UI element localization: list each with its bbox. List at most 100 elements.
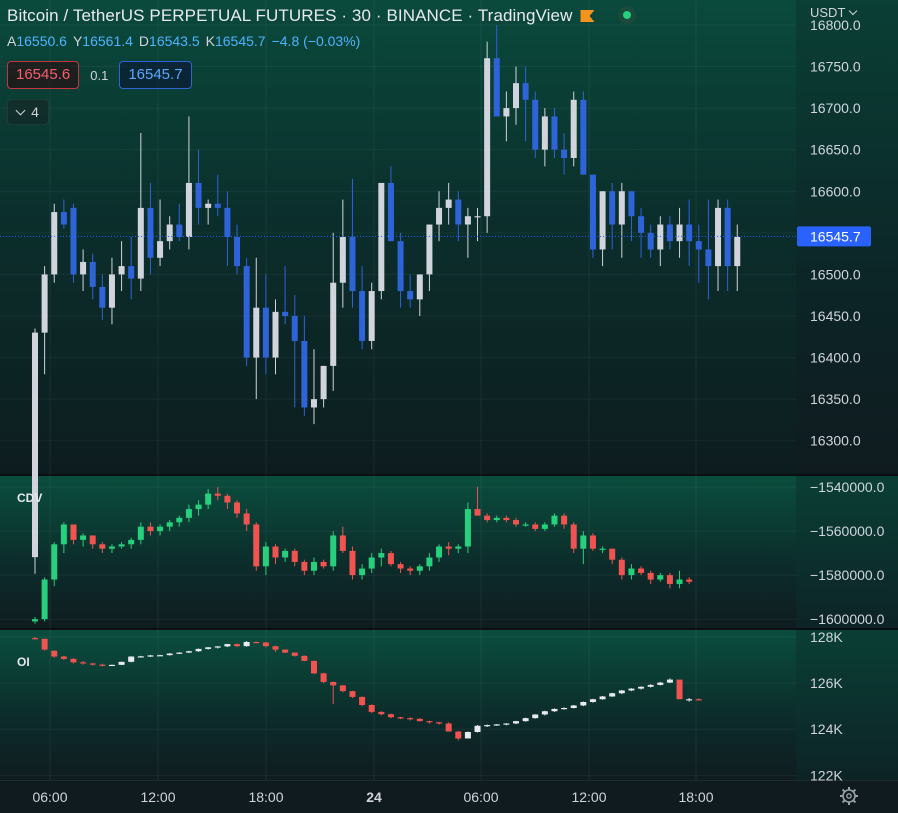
candle-body xyxy=(686,224,693,242)
candle-body xyxy=(657,224,664,250)
candle-body xyxy=(214,493,221,496)
candle-body xyxy=(195,504,202,510)
candle-body xyxy=(541,711,548,715)
time-axis-label: 24 xyxy=(366,789,382,805)
candle-body xyxy=(320,561,327,567)
oi-pane-label[interactable]: OI xyxy=(17,655,30,669)
candle-body xyxy=(339,237,346,283)
candle-body xyxy=(185,182,192,237)
candle-body xyxy=(32,638,38,640)
candle-body xyxy=(147,526,154,532)
candle-body xyxy=(359,568,366,576)
candle-body xyxy=(195,182,202,208)
candle-body xyxy=(570,524,577,549)
gear-icon[interactable] xyxy=(839,786,859,806)
candle-body xyxy=(320,673,327,682)
candle-body xyxy=(676,679,683,700)
candle-body xyxy=(262,307,269,358)
candle-body xyxy=(262,546,269,567)
axis-tick-label: −1560000.0 xyxy=(810,523,885,539)
candle-body xyxy=(157,241,164,258)
candle-body xyxy=(455,199,462,225)
axis-tick-label: −1600000.0 xyxy=(810,611,885,627)
candle-body xyxy=(147,207,154,258)
candle-body xyxy=(397,241,404,292)
chart-root[interactable]: 16800.016750.016700.016650.016600.016550… xyxy=(0,0,898,813)
cdv-pane-label[interactable]: CDV xyxy=(17,491,42,505)
candle-body xyxy=(599,548,606,550)
candle-body xyxy=(60,212,67,225)
candle-body xyxy=(474,725,481,732)
candle-body xyxy=(282,311,289,316)
buy-button[interactable]: 16545.7 xyxy=(119,61,192,89)
candle-body xyxy=(397,717,404,719)
indicators-count: 4 xyxy=(31,104,39,120)
market-status-icon[interactable] xyxy=(618,6,637,24)
candle-body xyxy=(118,266,125,275)
candle-body xyxy=(551,708,558,712)
ohlc-key: D xyxy=(138,33,150,49)
candle-body xyxy=(416,274,423,300)
candle-body xyxy=(426,224,433,275)
axis-tick-label: 16500.0 xyxy=(810,266,861,282)
candle-body xyxy=(609,191,616,225)
candle-body xyxy=(301,340,308,408)
indicators-toggle-button[interactable]: 4 xyxy=(7,99,49,125)
ohlc-value: 16550.6 xyxy=(16,33,67,49)
candle-body xyxy=(445,723,452,732)
candle-body xyxy=(176,517,183,523)
candle-body xyxy=(32,332,38,558)
candle-body xyxy=(224,644,231,647)
candle-body xyxy=(551,515,558,525)
ohlc-key: K xyxy=(205,33,215,49)
candle-body xyxy=(589,535,596,549)
axis-tick-label: 126K xyxy=(810,675,843,691)
axis-tick-label: 124K xyxy=(810,721,843,737)
currency-selector[interactable]: USDT xyxy=(810,5,858,20)
candle-body xyxy=(234,502,241,514)
candle-body xyxy=(224,495,231,503)
candle-body xyxy=(272,311,279,358)
candle-body xyxy=(407,291,414,300)
candle-body xyxy=(349,550,356,576)
time-axis-label: 12:00 xyxy=(571,789,606,805)
candle-body xyxy=(570,705,577,708)
candle-body xyxy=(503,723,510,725)
candle-body xyxy=(676,224,683,242)
chart-plot[interactable]: 16800.016750.016700.016650.016600.016550… xyxy=(0,0,898,812)
symbol-title[interactable]: Bitcoin / TetherUS PERPETUAL FUTURES · 3… xyxy=(7,6,572,25)
candle-body xyxy=(734,237,741,267)
candle-body xyxy=(118,544,125,547)
candle-body xyxy=(628,191,635,217)
candle-body xyxy=(522,83,529,100)
candle-body xyxy=(301,561,308,571)
candle-body xyxy=(99,664,106,666)
candle-body xyxy=(224,207,231,237)
candle-body xyxy=(60,656,67,659)
candle-body xyxy=(166,653,173,656)
symbol-legend: Bitcoin / TetherUS PERPETUAL FUTURES · 3… xyxy=(7,6,637,26)
axis-tick-label: 16300.0 xyxy=(810,433,861,449)
candle-body xyxy=(378,182,385,292)
candle-body xyxy=(214,203,221,208)
candle-body xyxy=(310,399,317,408)
candle-body xyxy=(176,652,183,654)
candle-body xyxy=(291,652,298,656)
candle-body xyxy=(185,509,192,518)
ohlc-values: A16550.6 Y16561.4 D16543.5 K16545.7 −4.8 (−0… xyxy=(7,33,366,49)
candle-body xyxy=(445,199,452,208)
flag-icon[interactable] xyxy=(580,10,595,22)
candle-body xyxy=(282,649,289,653)
sell-button[interactable]: 16545.6 xyxy=(7,61,80,89)
axis-tick-label: −1540000.0 xyxy=(810,479,885,495)
time-axis-label: 06:00 xyxy=(32,789,67,805)
candle-body xyxy=(522,718,529,722)
candle-body xyxy=(243,513,250,525)
time-axis-label: 12:00 xyxy=(140,789,175,805)
candle-body xyxy=(243,642,250,647)
candle-body xyxy=(493,517,500,521)
candle-body xyxy=(339,535,346,551)
candle-body xyxy=(657,575,664,580)
candle-body xyxy=(416,718,423,722)
candle-body xyxy=(147,655,154,657)
